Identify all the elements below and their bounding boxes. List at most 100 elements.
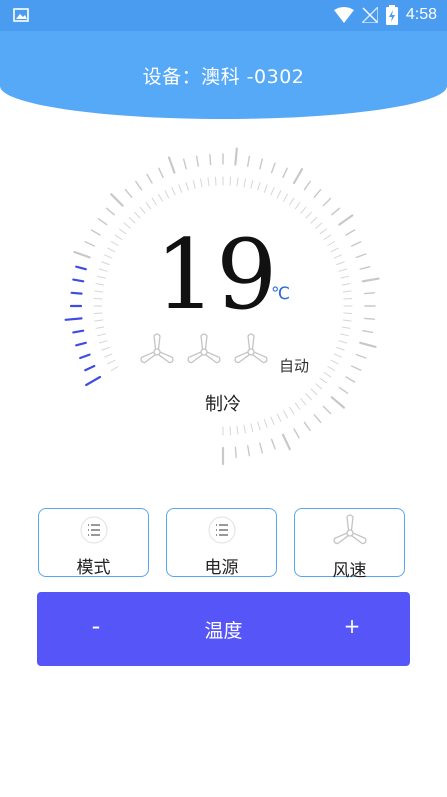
dial-active-tick <box>72 329 85 334</box>
dial-tick <box>313 414 322 424</box>
dial-tick <box>182 158 187 170</box>
dial-inner-tick <box>305 211 312 219</box>
dial-tick <box>167 156 176 174</box>
fan-icon <box>234 333 268 364</box>
menu-list-icon <box>80 516 107 544</box>
dial-active-tick <box>85 375 102 387</box>
dial-tick <box>270 438 276 450</box>
dial-tick <box>292 168 304 185</box>
dial-inner-tick <box>330 359 339 365</box>
dial-inner-tick <box>94 319 104 322</box>
dial-inner-tick <box>192 180 196 189</box>
dial-inner-tick <box>257 181 261 191</box>
dial-inner-tick <box>171 187 176 196</box>
dial-tick <box>110 193 124 207</box>
dial-tick <box>146 173 153 184</box>
dial-inner-tick <box>319 228 327 235</box>
dial-tick <box>158 167 164 179</box>
dial-tick <box>293 428 300 439</box>
fan-icon <box>140 333 174 364</box>
dial-tick <box>97 218 108 226</box>
dial-tick <box>105 207 115 216</box>
dial-tick <box>322 197 332 207</box>
fan-speed-button-label: 风速 <box>332 561 367 581</box>
dial-inner-tick <box>343 312 353 314</box>
dial-inner-tick <box>276 190 282 199</box>
temperature-unit: ℃ <box>271 284 291 304</box>
dial-inner-tick <box>305 393 312 401</box>
dial-inner-tick <box>145 202 152 210</box>
dial-tick <box>270 162 276 174</box>
dial-inner-tick <box>327 366 336 371</box>
dial-inner-tick <box>283 193 288 202</box>
dial-inner-tick <box>341 283 351 286</box>
dial-tick <box>124 188 133 198</box>
menu-list-icon <box>208 516 235 544</box>
dial-tick <box>330 396 346 409</box>
dial-inner-tick <box>315 383 323 390</box>
dial-tick <box>338 386 349 394</box>
dial-tick <box>322 405 332 415</box>
dial-active-tick <box>84 364 96 372</box>
dial-inner-tick <box>98 268 108 272</box>
dial-inner-tick <box>97 275 106 279</box>
mode-button[interactable]: 模式 <box>38 508 149 578</box>
dial-active-tick <box>64 317 83 321</box>
dial-tick <box>331 207 341 216</box>
dial-tick <box>338 214 354 226</box>
dial-inner-tick <box>107 247 116 253</box>
dial-tick <box>259 442 263 454</box>
dial-inner-tick <box>107 359 116 365</box>
dial-tick <box>355 253 367 259</box>
dial-inner-tick <box>101 261 110 266</box>
dial-inner-tick <box>300 398 307 406</box>
fan-speed-button[interactable]: 风速 <box>294 508 405 581</box>
dial-tick <box>351 365 362 371</box>
dial-inner-tick <box>263 184 268 193</box>
dial-inner-tick <box>276 413 282 422</box>
dial-inner-tick <box>294 202 301 210</box>
dial-inner-tick <box>340 333 349 337</box>
dial-tick <box>281 433 291 451</box>
dial-inner-tick <box>289 197 295 206</box>
dial-tick <box>90 229 101 236</box>
dial-active-tick <box>75 341 87 347</box>
dial-inner-tick <box>104 353 113 358</box>
dial-inner-tick <box>185 181 189 191</box>
dial-inner-tick <box>294 402 301 410</box>
dial-inner-tick <box>128 217 136 224</box>
dial-tick <box>361 277 380 283</box>
dial-inner-tick <box>93 298 103 300</box>
dial-inner-tick <box>323 234 332 240</box>
dial-tick <box>359 266 371 270</box>
dial-inner-tick <box>323 372 332 378</box>
dial-inner-tick <box>101 346 110 351</box>
dial-tick <box>246 155 251 167</box>
dial-inner-tick <box>139 206 146 214</box>
dial-inner-tick <box>310 388 318 395</box>
dial-inner-tick <box>338 340 348 344</box>
dial-active-tick <box>79 353 91 360</box>
dial-inner-tick <box>319 377 327 384</box>
dial-inner-tick <box>229 426 231 436</box>
dial-inner-tick <box>270 416 275 425</box>
dial-tick <box>363 292 376 295</box>
dial-inner-tick <box>336 261 345 266</box>
dial-inner-tick <box>283 410 288 419</box>
dial-inner-tick <box>123 222 131 229</box>
dial-inner-tick <box>110 366 119 371</box>
temperature-value: 19 <box>155 219 278 331</box>
dial-inner-tick <box>330 247 339 253</box>
dial-inner-tick <box>229 176 231 186</box>
dial-inner-tick <box>93 312 103 314</box>
dial-inner-tick <box>95 326 105 329</box>
dial-inner-tick <box>343 298 353 300</box>
power-button[interactable]: 电源 <box>166 508 277 578</box>
dial-inner-tick <box>342 290 352 293</box>
dial-tick <box>355 353 367 359</box>
fan-mode-label: 自动 <box>279 357 310 375</box>
temperature-increase-button[interactable]: + <box>342 614 362 638</box>
dial-inner-tick <box>98 340 108 344</box>
dial-inner-tick <box>342 319 352 322</box>
dial-inner-tick <box>341 326 351 329</box>
